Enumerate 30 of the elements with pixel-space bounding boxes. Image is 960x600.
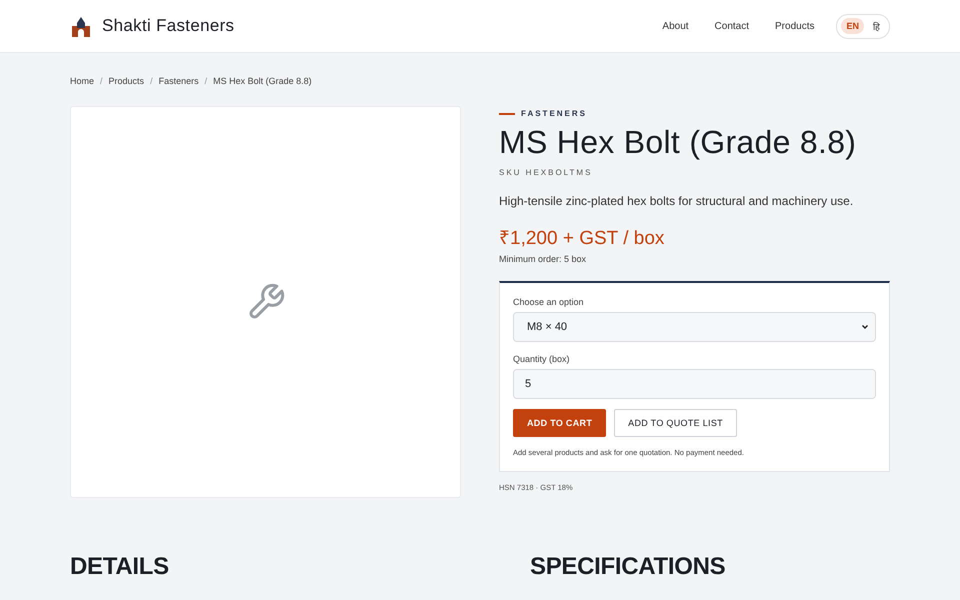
- breadcrumb-link[interactable]: Products: [108, 76, 144, 86]
- breadcrumb-link[interactable]: MS Hex Bolt (Grade 8.8): [213, 76, 312, 86]
- category-label: FASTENERS: [521, 109, 588, 118]
- breadcrumb-separator: /: [100, 76, 103, 86]
- price-text: ₹1,200 + GST / box: [499, 227, 666, 250]
- field-label: Choose an option: [513, 297, 585, 307]
- brand-name: Shakti Fasteners: [102, 16, 234, 36]
- section-heading: SPECIFICATIONS: [530, 553, 726, 581]
- add-to-cart-button[interactable]: ADD TO CART: [513, 409, 606, 437]
- product-description: High-tensile zinc-plated hex bolts for structural and machinery use.: [499, 194, 854, 208]
- minimum-order-text: Minimum order: 5 box: [499, 254, 588, 264]
- language-option[interactable]: हि: [868, 16, 885, 36]
- accent-dash: [499, 112, 515, 114]
- nav-link[interactable]: Contact: [714, 20, 750, 32]
- temple-logo-icon: [70, 15, 92, 37]
- field-label: Quantity (box): [513, 354, 571, 364]
- product-title: MS Hex Bolt (Grade 8.8): [499, 124, 858, 161]
- sku-text: SKU HEXBOLTMS: [499, 168, 594, 177]
- section-heading: DETAILS: [70, 553, 170, 581]
- quantity-field[interactable]: 5: [513, 369, 876, 399]
- breadcrumb-separator: /: [204, 76, 208, 86]
- chevron-down-icon: [861, 323, 869, 331]
- option-select[interactable]: M8 × 40: [513, 312, 876, 342]
- language-option[interactable]: EN: [841, 18, 864, 34]
- nav-link[interactable]: Products: [775, 20, 814, 32]
- breadcrumb-link[interactable]: Fasteners: [158, 76, 199, 86]
- breadcrumb-link[interactable]: Home: [70, 76, 94, 86]
- add-to-quote-button[interactable]: ADD TO QUOTE LIST: [614, 409, 737, 437]
- breadcrumb-separator: /: [150, 76, 153, 86]
- nav-link[interactable]: About: [662, 20, 689, 32]
